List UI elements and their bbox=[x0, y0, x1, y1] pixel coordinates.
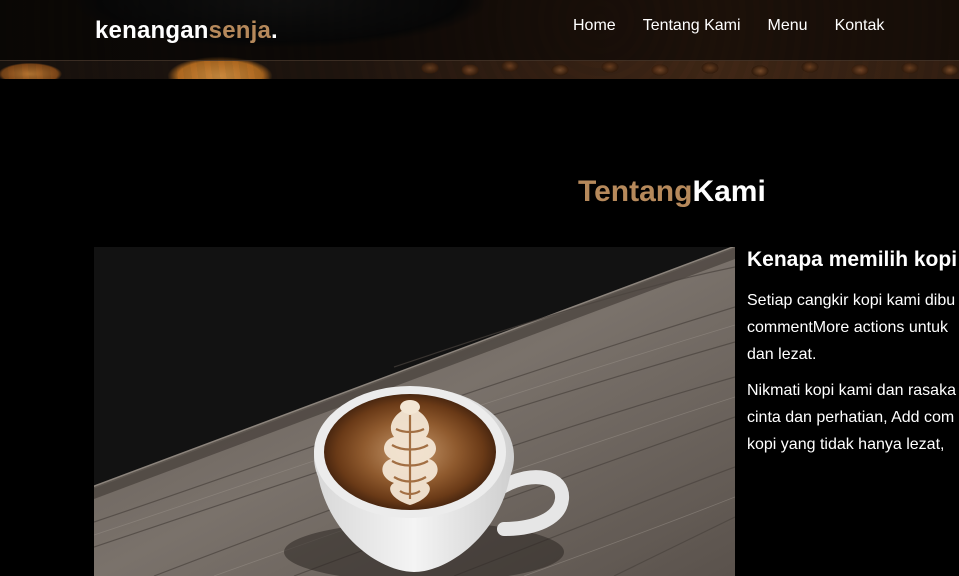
brand-name-accent: senja bbox=[208, 17, 272, 44]
about-paragraph-2: Nikmati kopi kami dan rasaka cinta dan p… bbox=[747, 377, 959, 458]
about-paragraph-1-line-3: dan lezat. bbox=[747, 346, 817, 363]
brand-logo[interactable]: kenangansenja. bbox=[95, 17, 278, 45]
latte-art-coffee-cup-image bbox=[94, 247, 735, 576]
about-paragraph-1-line-1: Setiap cangkir kopi kami dibu bbox=[747, 292, 956, 309]
section-title-main: Kami bbox=[692, 175, 766, 208]
about-image bbox=[94, 247, 735, 576]
about-paragraph-2-line-2: cinta dan perhatian, Add com bbox=[747, 409, 955, 426]
navbar: kenangansenja. Home Tentang Kami Menu Ko… bbox=[0, 0, 959, 61]
about-text: Kenapa memilih kopi Setiap cangkir kopi … bbox=[747, 247, 959, 467]
nav-link-home[interactable]: Home bbox=[573, 17, 616, 35]
nav-link-tentang-kami[interactable]: Tentang Kami bbox=[643, 17, 741, 35]
about-paragraph-1: Setiap cangkir kopi kami dibu commentMor… bbox=[747, 287, 959, 368]
about-paragraph-2-line-1: Nikmati kopi kami dan rasaka bbox=[747, 382, 956, 399]
section-title-accent: Tentang bbox=[578, 175, 693, 208]
about-paragraph-2-line-3: kopi yang tidak hanya lezat, bbox=[747, 436, 945, 453]
nav-links: Home Tentang Kami Menu Kontak bbox=[573, 17, 911, 35]
about-heading: Kenapa memilih kopi bbox=[747, 248, 958, 271]
nav-link-kontak[interactable]: Kontak bbox=[835, 17, 885, 35]
about-paragraph-1-line-2: commentMore actions untuk bbox=[747, 319, 948, 336]
nav-link-menu[interactable]: Menu bbox=[768, 17, 808, 35]
brand-name-main: kenangan bbox=[95, 17, 209, 44]
brand-name-dot: . bbox=[271, 17, 278, 44]
section-title: TentangKami bbox=[578, 175, 766, 209]
